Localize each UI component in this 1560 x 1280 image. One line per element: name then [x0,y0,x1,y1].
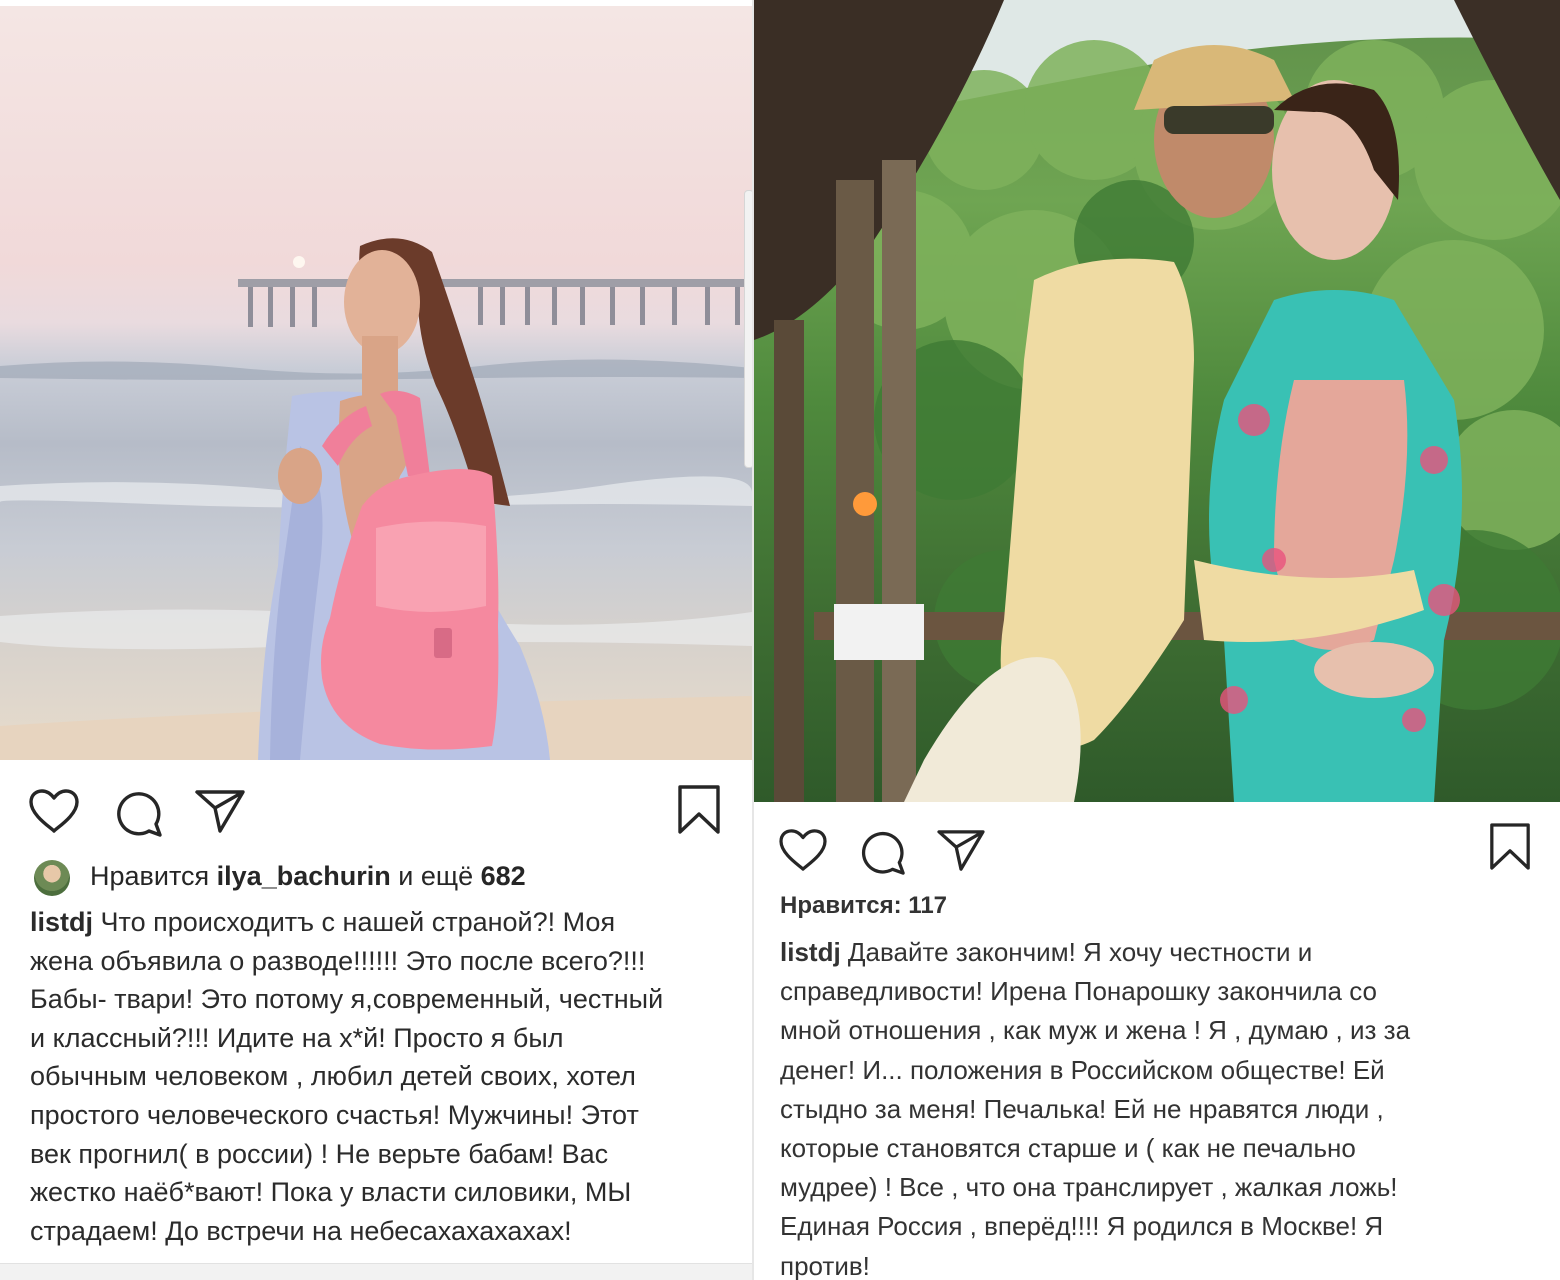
avatar[interactable] [34,860,70,896]
comment-icon[interactable] [113,788,163,838]
scroll-handle[interactable] [744,190,752,468]
liker-username[interactable]: ilya_bachurin [217,861,391,891]
likes-prefix: Нравится [90,861,210,891]
likes-count[interactable]: 682 [481,861,526,891]
post-caption: listdj Что происходитъ с нашей страной?!… [30,903,730,1250]
likes-line: Нравится ilya_bachurin и ещё 682 [90,861,526,892]
caption-username[interactable]: listdj [780,937,841,967]
likes-count[interactable]: Нравится: 117 [780,892,947,920]
share-icon[interactable] [936,828,986,872]
share-icon[interactable] [194,788,246,834]
comment-icon[interactable] [858,828,906,876]
post-caption: listdj Давайте закончим! Я хочу честност… [780,933,1540,1280]
bookmark-icon[interactable] [676,784,722,836]
post-photo-beach[interactable] [0,6,752,760]
caption-text: Давайте закончим! Я хочу честности и спр… [780,937,1411,1280]
likes-mid: и ещё [398,861,474,891]
caption-text: Что происходитъ с нашей страной?! Моя же… [30,907,664,1246]
left-post: Нравится ilya_bachurin и ещё 682 listdj … [0,0,752,1280]
beach-photo-illustration [0,238,752,760]
bookmark-icon[interactable] [1488,822,1532,872]
heart-icon[interactable] [778,828,828,872]
caption-username[interactable]: listdj [30,907,93,937]
bottom-bar [0,1263,752,1280]
right-post: Нравится: 117 listdj Давайте закончим! Я… [754,0,1560,1280]
post-actions-bar [0,778,752,838]
post-photo-jungle[interactable] [754,0,1560,802]
post-actions-bar [754,818,1560,878]
jungle-photo-illustration [754,0,1560,802]
heart-icon[interactable] [28,788,80,834]
